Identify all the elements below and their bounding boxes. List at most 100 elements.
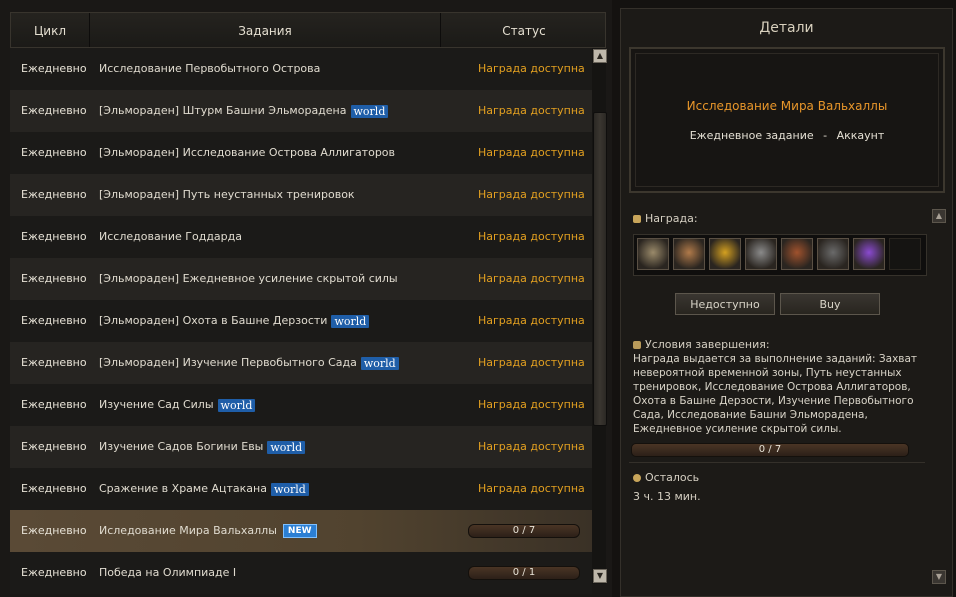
row-cycle: Ежедневно	[21, 272, 87, 285]
header-cycle[interactable]: Цикл	[11, 13, 90, 47]
table-row[interactable]: Ежедневно [Эльмораден] Исследование Остро…	[10, 132, 592, 174]
row-task: Изучение Садов Богини Евы world	[99, 426, 306, 468]
row-cycle: Ежедневно	[21, 314, 87, 327]
quest-rows: Ежедневно Исследование Первобытного Остро…	[10, 48, 592, 597]
table-header: Цикл Задания Статус	[10, 12, 606, 48]
conditions-scroll-icon	[633, 341, 641, 349]
row-cycle: Ежедневно	[21, 566, 87, 579]
row-status: Награда доступна	[478, 440, 585, 453]
row-progress-bar: 0 / 7	[468, 524, 580, 538]
row-cycle: Ежедневно	[21, 524, 87, 537]
row-task-name: [Эльмораден] Изучение Первобытного Сада	[99, 356, 357, 369]
world-badge: world	[360, 356, 399, 370]
row-task-name: [Эльмораден] Исследование Острова Аллига…	[99, 146, 396, 159]
world-badge: world	[267, 440, 306, 454]
row-cycle: Ежедневно	[21, 482, 87, 495]
bronze-medallion-icon[interactable]	[673, 238, 705, 270]
table-row[interactable]: Ежедневно Сражение в Храме Ацтакана world Н…	[10, 468, 592, 510]
details-title: Детали	[759, 20, 814, 36]
row-status: Награда доступна	[478, 356, 585, 369]
table-row[interactable]: Ежедневно Изучение Садов Богини Евы world Н…	[10, 426, 592, 468]
row-status: Награда доступна	[478, 482, 585, 495]
row-status: Награда доступна	[478, 104, 585, 117]
row-task: [Эльмораден] Штурм Башни Эльморадена worl…	[99, 90, 389, 132]
row-cycle: Ежедневно	[21, 440, 87, 453]
row-task: Изучение Сад Силы world	[99, 384, 256, 426]
scroll-down-icon[interactable]: ▼	[593, 569, 607, 583]
table-row[interactable]: Ежедневно [Эльмораден] Охота в Башне Дерз…	[10, 300, 592, 342]
conditions-progress-bar: 0 / 7	[631, 443, 909, 457]
unavailable-button[interactable]: Недоступно	[675, 293, 775, 315]
gold-coin-l-icon[interactable]	[709, 238, 741, 270]
row-cycle: Ежедневно	[21, 104, 87, 117]
quest-scope: Аккаунт	[836, 129, 885, 142]
quest-info-frame: Исследование Мира Вальхаллы Ежедневное з…	[629, 47, 945, 193]
remaining-value: 3 ч. 13 мин.	[633, 490, 701, 503]
header-status[interactable]: Статус	[441, 13, 607, 47]
row-task-name: Сражение в Храме Ацтакана	[99, 482, 267, 495]
table-row[interactable]: Ежедневно Исследование Годдарда Награда до…	[10, 216, 592, 258]
row-task-name: [Эльмораден] Охота в Башне Дерзости	[99, 314, 328, 327]
table-row[interactable]: Ежедневно Исследование Первобытного Остро…	[10, 48, 592, 90]
row-status: Награда доступна	[478, 62, 585, 75]
row-cycle: Ежедневно	[21, 398, 87, 411]
row-cycle: Ежедневно	[21, 62, 87, 75]
row-task-name: Победа на Олимпиаде I	[99, 566, 237, 579]
reward-bag-icon	[633, 215, 641, 223]
row-task-name: [Эльмораден] Путь неустанных тренировок	[99, 188, 355, 201]
row-status: Награда доступна	[478, 314, 585, 327]
purple-cauldron-icon[interactable]	[853, 238, 885, 270]
details-scroll-down-icon[interactable]: ▼	[932, 570, 946, 584]
row-task: Сражение в Храме Ацтакана world	[99, 468, 309, 510]
table-row[interactable]: Ежедневно Победа на Олимпиаде I 0 / 1	[10, 552, 592, 594]
quest-separator: -	[823, 129, 828, 142]
row-task: [Эльмораден] Путь неустанных тренировок	[99, 174, 355, 216]
new-badge: NEW	[282, 524, 317, 538]
scroll-up-icon[interactable]: ▲	[593, 49, 607, 63]
row-cycle: Ежедневно	[21, 230, 87, 243]
table-row[interactable]: Ежедневно [Эльмораден] Штурм Башни Эльмор…	[10, 90, 592, 132]
reward-slots	[633, 234, 927, 276]
table-row[interactable]: Ежедневно [Эльмораден] Ежедневное усилени…	[10, 258, 592, 300]
remaining-label: Осталось	[633, 471, 699, 484]
row-progress-bar: 0 / 1	[468, 566, 580, 580]
details-scroll-up-icon[interactable]: ▲	[932, 209, 946, 223]
scrollbar-thumb[interactable]	[593, 112, 607, 426]
clock-icon	[633, 474, 641, 482]
quest-subtitle: Ежедневное задание - Аккаунт	[631, 129, 943, 142]
quest-name: Исследование Мира Вальхаллы	[686, 99, 888, 113]
table-row[interactable]: Ежедневно Иследование Мира Вальхаллы NEW 0 …	[10, 510, 592, 552]
table-row[interactable]: Ежедневно [Эльмораден] Путь неустанных тр…	[10, 174, 592, 216]
row-task: Исследование Годдарда	[99, 216, 242, 258]
statue-figure-icon[interactable]	[745, 238, 777, 270]
quest-list-panel: Цикл Задания Статус Ежедневно Исследовани…	[0, 0, 612, 597]
row-task: [Эльмораден] Охота в Башне Дерзости world	[99, 300, 370, 342]
treasure-map-icon[interactable]	[781, 238, 813, 270]
row-status: Награда доступна	[478, 188, 585, 201]
buy-button[interactable]: Buy	[780, 293, 880, 315]
ore-crystal-icon[interactable]	[817, 238, 849, 270]
row-task-name: Исследование Годдарда	[99, 230, 243, 243]
row-task: [Эльмораден] Исследование Острова Аллига…	[99, 132, 395, 174]
world-badge: world	[217, 398, 256, 412]
conditions-text: Награда выдается за выполнение заданий: …	[633, 353, 918, 435]
scroll-document-icon[interactable]	[637, 238, 669, 270]
row-cycle: Ежедневно	[21, 356, 87, 369]
row-task-name: Исследование Первобытного Острова	[99, 62, 321, 75]
table-row[interactable]: Ежедневно Изучение Сад Силы world Награда д…	[10, 384, 592, 426]
row-task: [Эльмораден] Ежедневное усиление скрытой…	[99, 258, 398, 300]
row-task: Исследование Первобытного Острова	[99, 48, 320, 90]
conditions-label: Условия завершения:	[633, 338, 770, 351]
row-cycle: Ежедневно	[21, 146, 87, 159]
row-status: Награда доступна	[478, 272, 585, 285]
table-row[interactable]: Ежедневно [Эльмораден] Изучение Первобытн…	[10, 342, 592, 384]
empty-reward-slot	[889, 238, 921, 270]
row-task-name: [Эльмораден] Ежедневное усиление скрытой…	[99, 272, 398, 285]
row-status: Награда доступна	[478, 146, 585, 159]
world-badge: world	[270, 482, 309, 496]
world-badge: world	[331, 314, 370, 328]
row-status: Награда доступна	[478, 398, 585, 411]
world-badge: world	[350, 104, 389, 118]
header-tasks[interactable]: Задания	[90, 13, 441, 47]
row-task-name: Иследование Мира Вальхаллы	[99, 524, 277, 537]
